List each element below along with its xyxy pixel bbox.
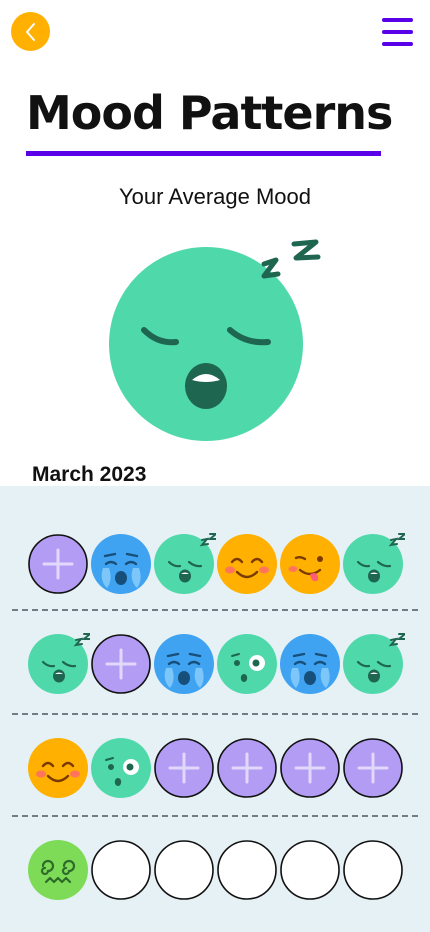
plus-icon	[28, 534, 88, 594]
hamburger-line	[382, 30, 413, 34]
menu-button[interactable]	[380, 16, 414, 48]
mood-day-sleepy[interactable]	[341, 632, 405, 696]
mood-day-crying[interactable]	[152, 632, 216, 696]
empty-day-cell[interactable]	[215, 838, 279, 902]
plus-icon	[280, 738, 340, 798]
mood-day-surprised[interactable]	[89, 736, 153, 800]
plus-icon	[91, 634, 151, 694]
silly-face-icon	[280, 534, 340, 594]
mood-day-crying[interactable]	[89, 532, 153, 596]
crying-face-icon	[91, 534, 151, 594]
month-label: March 2023	[32, 463, 147, 486]
crying-face-icon	[154, 634, 214, 694]
sleepy-face-icon	[154, 533, 216, 594]
mood-day-crying[interactable]	[278, 632, 342, 696]
add-mood-button[interactable]	[341, 736, 405, 800]
week-divider	[12, 713, 418, 715]
week-divider	[12, 609, 418, 611]
empty-day-cell[interactable]	[89, 838, 153, 902]
average-mood-label: Your Average Mood	[118, 184, 312, 209]
page-title: Mood Patterns	[26, 86, 393, 140]
surprised-face-icon	[91, 738, 151, 798]
hamburger-menu-icon	[382, 18, 413, 22]
hamburger-line	[382, 42, 413, 46]
empty-circle-icon	[154, 840, 214, 900]
add-mood-button[interactable]	[215, 736, 279, 800]
empty-circle-icon	[91, 840, 151, 900]
mood-day-sleepy[interactable]	[26, 632, 90, 696]
back-button[interactable]	[11, 12, 50, 51]
chevron-left-icon	[25, 22, 35, 41]
mood-day-sleepy[interactable]	[341, 532, 405, 596]
mood-day-dizzy[interactable]	[26, 838, 90, 902]
dizzy-face-icon	[28, 840, 88, 900]
mood-day-happy[interactable]	[215, 532, 279, 596]
add-mood-button[interactable]	[152, 736, 216, 800]
empty-day-cell[interactable]	[278, 838, 342, 902]
mood-day-silly[interactable]	[278, 532, 342, 596]
plus-icon	[217, 738, 277, 798]
empty-day-cell[interactable]	[341, 838, 405, 902]
empty-day-cell[interactable]	[152, 838, 216, 902]
empty-circle-icon	[217, 840, 277, 900]
sleepy-face-icon	[343, 633, 405, 694]
mood-day-sleepy[interactable]	[152, 532, 216, 596]
sleepy-face-icon	[343, 533, 405, 594]
plus-icon	[343, 738, 403, 798]
empty-circle-icon	[280, 840, 340, 900]
plus-icon	[154, 738, 214, 798]
mood-calendar	[0, 486, 430, 932]
mood-day-surprised[interactable]	[215, 632, 279, 696]
happy-face-icon	[28, 738, 88, 798]
add-mood-button[interactable]	[26, 532, 90, 596]
surprised-face-icon	[217, 634, 277, 694]
week-divider	[12, 815, 418, 817]
empty-circle-icon	[343, 840, 403, 900]
happy-face-icon	[217, 534, 277, 594]
add-mood-button[interactable]	[278, 736, 342, 800]
mood-day-happy[interactable]	[26, 736, 90, 800]
title-underline	[26, 151, 381, 156]
sleepy-face-icon	[28, 633, 90, 694]
crying-face-icon	[280, 634, 340, 694]
average-mood-sleepy-icon	[96, 234, 326, 454]
add-mood-button[interactable]	[89, 632, 153, 696]
